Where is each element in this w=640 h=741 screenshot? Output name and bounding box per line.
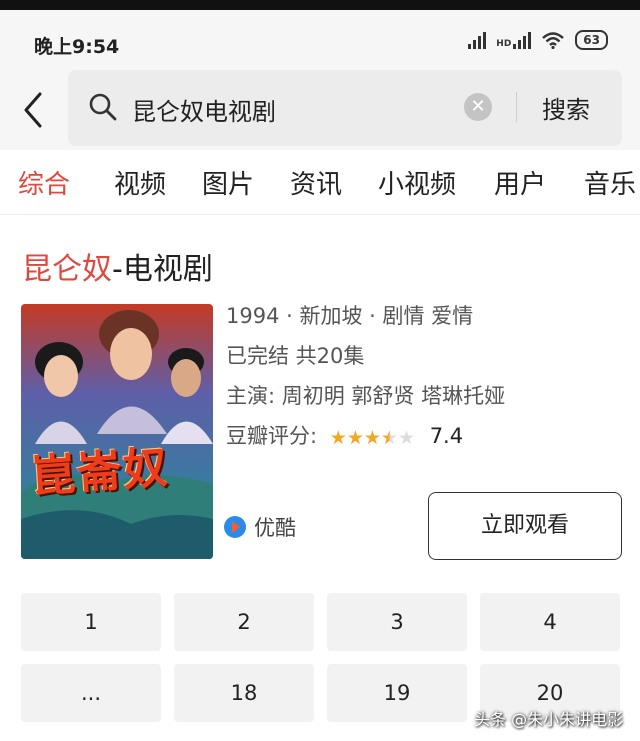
rating-score: 7.4 <box>429 424 464 448</box>
poster-title-text: 崑崙奴 <box>29 442 171 503</box>
tab-video[interactable]: 视频 <box>114 164 166 201</box>
episode-button[interactable]: 19 <box>327 664 467 722</box>
tab-images[interactable]: 图片 <box>202 164 254 201</box>
tab-short-video[interactable]: 小视频 <box>378 164 456 201</box>
episode-button[interactable]: 4 <box>480 593 620 651</box>
search-box[interactable]: 昆仑奴电视剧 ✕ 搜索 <box>68 70 622 146</box>
title-suffix: -电视剧 <box>112 252 213 287</box>
search-divider <box>516 92 517 122</box>
tab-comprehensive[interactable]: 综合 <box>18 164 70 201</box>
star-icon: ★ <box>329 427 347 449</box>
category-tabs: 综合 视频 图片 资讯 小视频 用户 音乐 <box>0 150 640 215</box>
star-icon: ★ <box>346 427 364 449</box>
wifi-icon <box>542 32 565 49</box>
meta-rating: 豆瓣评分: ★★★★★ 7.4 <box>226 420 463 450</box>
top-bezel <box>0 0 640 10</box>
search-button[interactable]: 搜索 <box>542 90 590 125</box>
poster-image[interactable]: 崑崙奴 <box>21 304 213 559</box>
status-time: 晚上9:54 <box>34 36 120 58</box>
back-arrow-icon[interactable] <box>20 90 44 130</box>
episode-button[interactable]: 1 <box>21 593 161 651</box>
meta-cast: 主演: 周初明 郭舒贤 塔琳托娅 <box>226 384 506 408</box>
star-icon: ★ <box>380 427 398 449</box>
status-icons: HD 63 <box>468 30 608 50</box>
episode-button[interactable]: 2 <box>174 593 314 651</box>
status-bar: 晚上9:54 HD 63 <box>0 10 640 68</box>
signal-hd-icon: HD <box>496 31 532 49</box>
meta-year-region-genre: 1994 · 新加坡 · 剧情 爱情 <box>226 304 474 328</box>
poster-art <box>21 304 213 559</box>
star-icon: ★ <box>397 427 415 449</box>
episode-button[interactable]: 3 <box>327 593 467 651</box>
search-icon <box>89 93 117 121</box>
search-header: 昆仑奴电视剧 ✕ 搜索 <box>0 68 640 150</box>
meta-episodes: 已完结 共20集 <box>226 344 365 368</box>
tab-music[interactable]: 音乐 <box>584 164 636 201</box>
signal-icon <box>468 31 487 49</box>
clear-icon[interactable]: ✕ <box>464 93 492 121</box>
watermark: 头条 @朱小朱讲电影 <box>474 710 624 729</box>
tab-users[interactable]: 用户 <box>494 164 546 201</box>
youku-logo-icon <box>224 516 246 538</box>
result-title[interactable]: 昆仑奴-电视剧 <box>22 244 213 288</box>
rating-stars: ★★★★★ <box>330 425 415 449</box>
episode-button[interactable]: 18 <box>174 664 314 722</box>
title-highlight: 昆仑奴 <box>22 252 112 287</box>
battery-icon: 63 <box>575 30 608 50</box>
source-link[interactable]: 优酷 <box>224 512 296 542</box>
watch-now-button[interactable]: 立即观看 <box>428 492 622 560</box>
episode-more-button[interactable]: ... <box>21 664 161 722</box>
network-label: HD <box>496 39 512 49</box>
search-input[interactable]: 昆仑奴电视剧 <box>132 92 276 127</box>
tab-news[interactable]: 资讯 <box>290 164 342 201</box>
source-label: 优酷 <box>254 516 296 540</box>
star-icon: ★ <box>363 427 381 449</box>
rating-label: 豆瓣评分: <box>226 424 318 448</box>
